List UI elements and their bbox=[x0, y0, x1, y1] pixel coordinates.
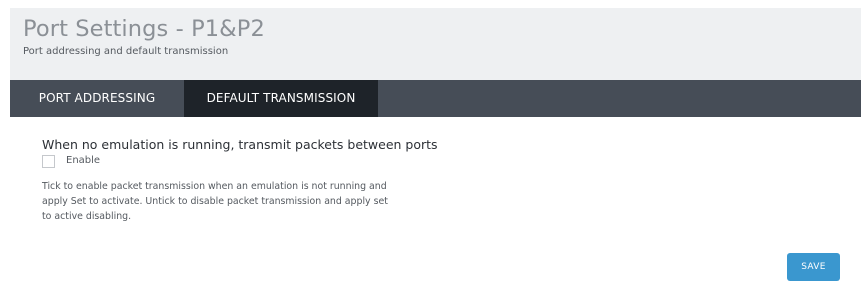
default-transmission-panel: When no emulation is running, transmit p… bbox=[10, 117, 861, 290]
page-subtitle: Port addressing and default transmission bbox=[23, 46, 229, 57]
save-button[interactable]: SAVE bbox=[787, 253, 840, 281]
help-text-line: Tick to enable packet transmission when … bbox=[42, 181, 387, 192]
help-text: Tick to enable packet transmission when … bbox=[42, 179, 462, 224]
section-heading: When no emulation is running, transmit p… bbox=[42, 137, 438, 152]
page-header: Port Settings - P1&P2 Port addressing an… bbox=[10, 8, 861, 80]
port-settings-page: Port Settings - P1&P2 Port addressing an… bbox=[10, 8, 861, 290]
enable-checkbox-label[interactable]: Enable bbox=[66, 155, 100, 166]
help-text-line: apply Set to activate. Untick to disable… bbox=[42, 196, 388, 207]
help-text-line: to active disabling. bbox=[42, 211, 132, 222]
enable-checkbox[interactable] bbox=[42, 155, 55, 168]
page-title: Port Settings - P1&P2 bbox=[23, 16, 265, 42]
tab-bar: PORT ADDRESSING DEFAULT TRANSMISSION bbox=[10, 80, 861, 117]
tab-default-transmission[interactable]: DEFAULT TRANSMISSION bbox=[184, 80, 378, 117]
tab-port-addressing[interactable]: PORT ADDRESSING bbox=[10, 80, 184, 117]
